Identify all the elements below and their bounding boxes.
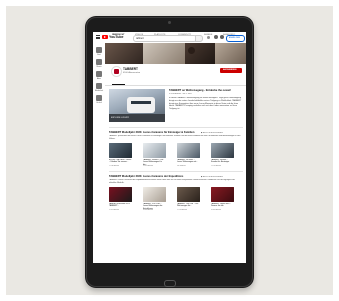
video-meta: 987 Aufrufe [177, 165, 186, 167]
home-icon[interactable] [96, 47, 102, 53]
subscriber-count: 4160 Abonnenten [123, 72, 141, 74]
sidebar-item-verlauf[interactable]: Verlauf [93, 102, 105, 104]
youtube-logo-text[interactable]: YouTube [109, 35, 123, 39]
video-title[interactable]: TABBERT Grand Roh – Zimmer für alle [211, 203, 234, 208]
banner-person-figure [188, 47, 195, 54]
sidebar-item-mediathek[interactable]: Mediathek [93, 90, 105, 92]
hamburger-menu-icon[interactable] [96, 35, 100, 39]
video-meta: 1.760 Aufrufe [177, 209, 188, 211]
tab-uebersicht[interactable]: ÜBERSICHT [112, 34, 125, 36]
featured-video-description: In dieser TABBERT-Weltreisegang ist selb… [169, 97, 242, 111]
video-thumbnail[interactable] [109, 187, 132, 202]
video-meta: 2.410 Aufrufe [143, 165, 154, 167]
tab-kanaele[interactable]: KANÄLE [204, 34, 213, 36]
caravan-image [127, 97, 155, 113]
divider [109, 171, 243, 172]
tab-playlists[interactable]: PLAYLISTS [154, 34, 165, 36]
search-input[interactable]: tabbert [133, 35, 197, 42]
subscribe-button[interactable]: ABONNIEREN [220, 68, 242, 73]
video-thumbnail[interactable] [143, 143, 166, 158]
tablet-screen: YouTube tabbert ANMELDEN Start Shorts Ab… [93, 32, 246, 263]
divider [109, 127, 243, 128]
video-title[interactable]: ENTER THE NEXT LEVEL – Erleben Sie unser… [109, 159, 132, 164]
history-icon[interactable] [96, 95, 102, 101]
video-thumbnail[interactable] [109, 143, 132, 158]
search-value: tabbert [136, 36, 144, 40]
featured-video-title[interactable]: TABBERT on Weltreisegang - Entdecke the … [169, 89, 241, 92]
video-thumbnail[interactable] [211, 187, 234, 202]
front-camera [168, 21, 171, 24]
section-description: TABBERT präsentiert die neuen Luxus-Cara… [109, 135, 241, 140]
video-title[interactable]: TABBERT CELLINI – Der Wohnwagen für... [177, 203, 200, 208]
video-meta: 1.234 Aufrufe [109, 165, 120, 167]
channel-name: TABBERT [123, 67, 138, 71]
subscriptions-icon[interactable] [96, 71, 102, 77]
home-button [164, 280, 176, 287]
apps-icon[interactable] [214, 35, 218, 39]
featured-video-meta: 3.420 Aufrufe · vor 1 Jahr [169, 93, 192, 95]
video-title[interactable]: TABBERT Senara – Komfort für Einsteiger [211, 159, 234, 164]
video-meta: 3.045 Aufrufe [211, 209, 222, 211]
video-thumbnail[interactable] [211, 143, 234, 158]
search-button[interactable] [195, 35, 203, 42]
signin-button[interactable]: ANMELDEN [226, 35, 245, 42]
tab-kanalinfo[interactable]: KANALINFO [223, 34, 235, 36]
section-title[interactable]: TABBERT Modelljahr 2023: Luxus-Caravans … [109, 175, 197, 178]
banner-image-interior [105, 43, 143, 64]
sidebar-item-shorts[interactable]: Shorts [93, 66, 105, 68]
video-meta: 2.310 Aufrufe [109, 209, 120, 211]
tab-community[interactable]: COMMUNITY [178, 34, 191, 36]
active-tab-indicator [112, 84, 125, 85]
featured-video-thumbnail[interactable]: EXPLORE LUXURY [109, 89, 165, 122]
tab-videos[interactable]: VIDEOS [135, 34, 143, 36]
signin-label: ANMELDEN [229, 36, 241, 39]
section-description: TABBERT-Luxus-Caravans der Expeditionskl… [109, 179, 235, 184]
mic-icon[interactable] [207, 35, 210, 39]
featured-caption: EXPLORE LUXURY [111, 117, 130, 119]
sidebar-item-abos[interactable]: Abos [93, 78, 105, 80]
youtube-logo-icon[interactable] [102, 35, 108, 39]
video-title[interactable]: JAHRESTERMINE 2023 TABBERT... [109, 203, 132, 208]
banner-image-kitchen [215, 43, 246, 64]
shorts-icon[interactable] [96, 59, 102, 65]
subscribe-label: ABONNIEREN [223, 69, 237, 71]
banner-image-lounge [143, 43, 185, 64]
video-title[interactable]: TABBERT Da Vinci – Luxus Wohnwagen mit..… [177, 159, 200, 164]
product-photo: YouTube tabbert ANMELDEN Start Shorts Ab… [0, 0, 339, 301]
settings-icon[interactable] [220, 35, 224, 39]
video-meta: 4.880 Aufrufe [143, 209, 154, 211]
video-thumbnail[interactable] [177, 143, 200, 158]
sidebar-item-start[interactable]: Start [93, 54, 105, 56]
channel-tabs [105, 79, 246, 86]
channel-banner [105, 43, 246, 64]
section-title[interactable]: TABBERT Modelljahr 2023: Luxus-Caravans … [109, 131, 197, 134]
video-thumbnail[interactable] [143, 187, 166, 202]
channel-avatar[interactable] [111, 66, 122, 77]
video-thumbnail[interactable] [177, 187, 200, 202]
library-icon[interactable] [96, 83, 102, 89]
video-meta: 1.102 Aufrufe [211, 165, 222, 167]
